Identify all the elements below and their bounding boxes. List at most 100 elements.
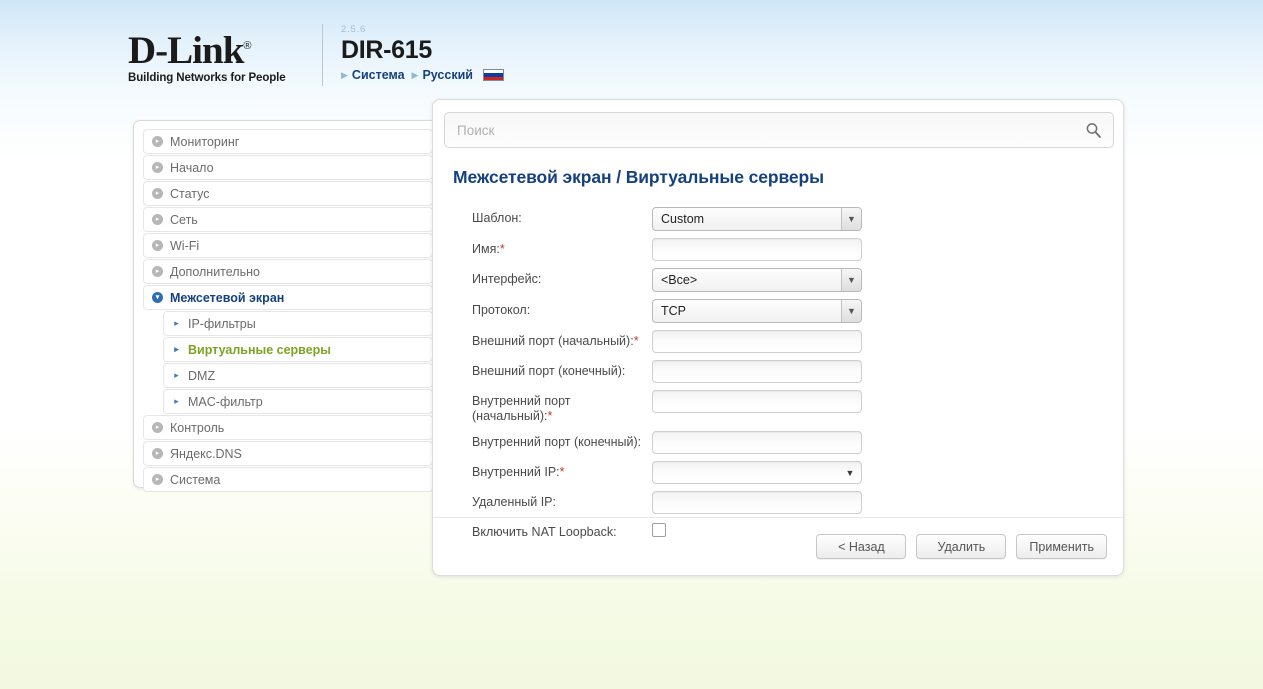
template-select-value: Custom: [661, 212, 705, 226]
search-input[interactable]: [445, 113, 1073, 147]
sidebar-item-9[interactable]: ▸ DMZ: [163, 363, 433, 388]
chevron-circle-icon: ▸: [152, 136, 163, 147]
ext-port-start-input[interactable]: [652, 330, 862, 353]
page-header: D-Link® Building Networks for People 2.5…: [128, 22, 504, 86]
field-row-int-port-end: Внутренний порт (конечный):: [472, 431, 1092, 454]
chevron-circle-icon: ▸: [152, 240, 163, 251]
triangle-right-icon: ▶: [341, 69, 348, 80]
sidebar-item-label: Межсетевой экран: [170, 290, 285, 305]
protocol-select[interactable]: TCP ▼: [652, 299, 862, 323]
main-panel: Межсетевой экран / Виртуальные серверы Ш…: [432, 99, 1124, 576]
label-template: Шаблон:: [472, 211, 522, 225]
chevron-down-icon: ▼: [841, 300, 861, 322]
triangle-right-icon: ▸: [174, 344, 179, 354]
back-button[interactable]: < Назад: [816, 534, 907, 559]
model-block: 2.5.6 DIR-615 ▶ Система ▶ Русский: [341, 22, 504, 82]
chevron-circle-icon: ▸: [152, 448, 163, 459]
sidebar-item-0[interactable]: ▸ Мониторинг: [143, 129, 433, 154]
apply-button[interactable]: Применить: [1016, 534, 1107, 559]
sidebar-item-13[interactable]: ▸ Система: [143, 467, 433, 492]
sidebar-item-label: Сеть: [170, 212, 198, 227]
sidebar-item-label: Начало: [170, 160, 214, 175]
sidebar-item-label: Яндекс.DNS: [170, 446, 242, 461]
sidebar-item-11[interactable]: ▸ Контроль: [143, 415, 433, 440]
russian-flag-icon[interactable]: [482, 69, 504, 81]
required-marker: *: [499, 242, 505, 256]
interface-select[interactable]: <Все> ▼: [652, 268, 862, 292]
page-title-subsection: Виртуальные серверы: [625, 167, 824, 187]
triangle-right-icon: ▸: [174, 318, 179, 328]
template-select[interactable]: Custom ▼: [652, 207, 862, 231]
sidebar-item-label: Статус: [170, 186, 210, 201]
label-ext-port-start-text: Внешний порт (начальный):: [472, 334, 634, 348]
remote-ip-input[interactable]: [652, 491, 862, 514]
field-row-internal-ip: Внутренний IP:* ▼: [472, 461, 1092, 484]
registered-trademark-icon: ®: [243, 40, 251, 52]
sidebar-item-5[interactable]: ▸ Дополнительно: [143, 259, 433, 284]
page-title-section: Межсетевой экран /: [453, 167, 626, 187]
header-divider: [322, 24, 323, 86]
label-remote-ip: Удаленный IP:: [472, 495, 556, 509]
required-marker: *: [633, 334, 639, 348]
field-row-ext-port-start: Внешний порт (начальный):*: [472, 330, 1092, 353]
sidebar-item-12[interactable]: ▸ Яндекс.DNS: [143, 441, 433, 466]
chevron-down-icon: ▼: [841, 269, 861, 291]
sidebar-item-label: DMZ: [188, 368, 216, 383]
page-title: Межсетевой экран / Виртуальные серверы: [453, 167, 824, 188]
sidebar-item-label: Система: [170, 472, 221, 487]
int-port-end-input[interactable]: [652, 431, 862, 454]
sidebar-item-2[interactable]: ▸ Статус: [143, 181, 433, 206]
sidebar-item-label: Wi-Fi: [170, 238, 200, 253]
chevron-circle-icon: ▸: [152, 422, 163, 433]
internal-ip-combobox[interactable]: ▼: [652, 461, 862, 484]
label-internal-ip-text: Внутренний IP:: [472, 465, 560, 479]
sidebar-item-8[interactable]: ▸ Виртуальные серверы: [163, 337, 433, 362]
required-marker: *: [559, 465, 565, 479]
triangle-right-icon: ▶: [411, 69, 419, 80]
label-int-port-start-text: Внутренний порт (начальный):: [472, 394, 571, 423]
chevron-circle-icon: ▸: [152, 162, 163, 173]
field-row-remote-ip: Удаленный IP:: [472, 491, 1092, 514]
interface-select-value: <Все>: [661, 273, 698, 287]
delete-button[interactable]: Удалить: [916, 534, 1007, 559]
chevron-circle-icon: ▸: [152, 266, 163, 277]
logo-wordmark: D-Link®: [128, 26, 252, 72]
nav-link-system[interactable]: Система: [352, 68, 405, 82]
label-ext-port-start: Внешний порт (начальный):*: [472, 330, 652, 349]
firmware-version: 2.5.6: [341, 24, 367, 35]
label-name-text: Имя:: [472, 242, 500, 256]
search-icon[interactable]: [1073, 122, 1113, 139]
field-row-protocol: Протокол: TCP ▼: [472, 299, 1092, 323]
sidebar-menu: ▸ Мониторинг ▸ Начало ▸ Статус ▸ Сеть ▸ Wi-Fi ▸ Доп…: [133, 120, 443, 492]
chevron-circle-icon: ▸: [152, 474, 163, 485]
name-input[interactable]: [652, 238, 862, 261]
protocol-select-value: TCP: [661, 304, 686, 318]
sidebar-item-6[interactable]: ▾ Межсетевой экран: [143, 285, 433, 310]
sidebar-item-label: Виртуальные серверы: [188, 342, 331, 357]
logo-name: D-Link: [128, 29, 244, 72]
field-row-int-port-start: Внутренний порт (начальный):*: [472, 390, 1092, 424]
chevron-circle-icon: ▸: [152, 188, 163, 199]
sidebar-item-3[interactable]: ▸ Сеть: [143, 207, 433, 232]
triangle-right-icon: ▸: [174, 370, 179, 380]
nav-link-language[interactable]: Русский: [422, 68, 473, 82]
logo-tagline: Building Networks for People: [128, 72, 286, 84]
label-protocol: Протокол:: [472, 303, 531, 317]
sidebar-item-1[interactable]: ▸ Начало: [143, 155, 433, 180]
chevron-circle-icon: ▾: [152, 292, 163, 303]
header-nav: ▶ Система ▶ Русский: [341, 68, 504, 82]
sidebar-item-label: Контроль: [170, 420, 225, 435]
field-row-name: Имя:*: [472, 238, 1092, 261]
sidebar-item-4[interactable]: ▸ Wi-Fi: [143, 233, 433, 258]
sidebar-item-7[interactable]: ▸ IP-фильтры: [163, 311, 433, 336]
sidebar-item-label: IP-фильтры: [188, 316, 256, 331]
chevron-circle-icon: ▸: [152, 214, 163, 225]
label-int-port-end: Внутренний порт (конечный):: [472, 435, 642, 449]
sidebar-item-10[interactable]: ▸ MAC-фильтр: [163, 389, 433, 414]
sidebar-item-label: Дополнительно: [170, 264, 260, 279]
label-name: Имя:*: [472, 238, 652, 257]
int-port-start-input[interactable]: [652, 390, 862, 413]
ext-port-end-input[interactable]: [652, 360, 862, 383]
label-ext-port-end: Внешний порт (конечный):: [472, 364, 626, 378]
label-int-port-start: Внутренний порт (начальный):*: [472, 390, 652, 424]
